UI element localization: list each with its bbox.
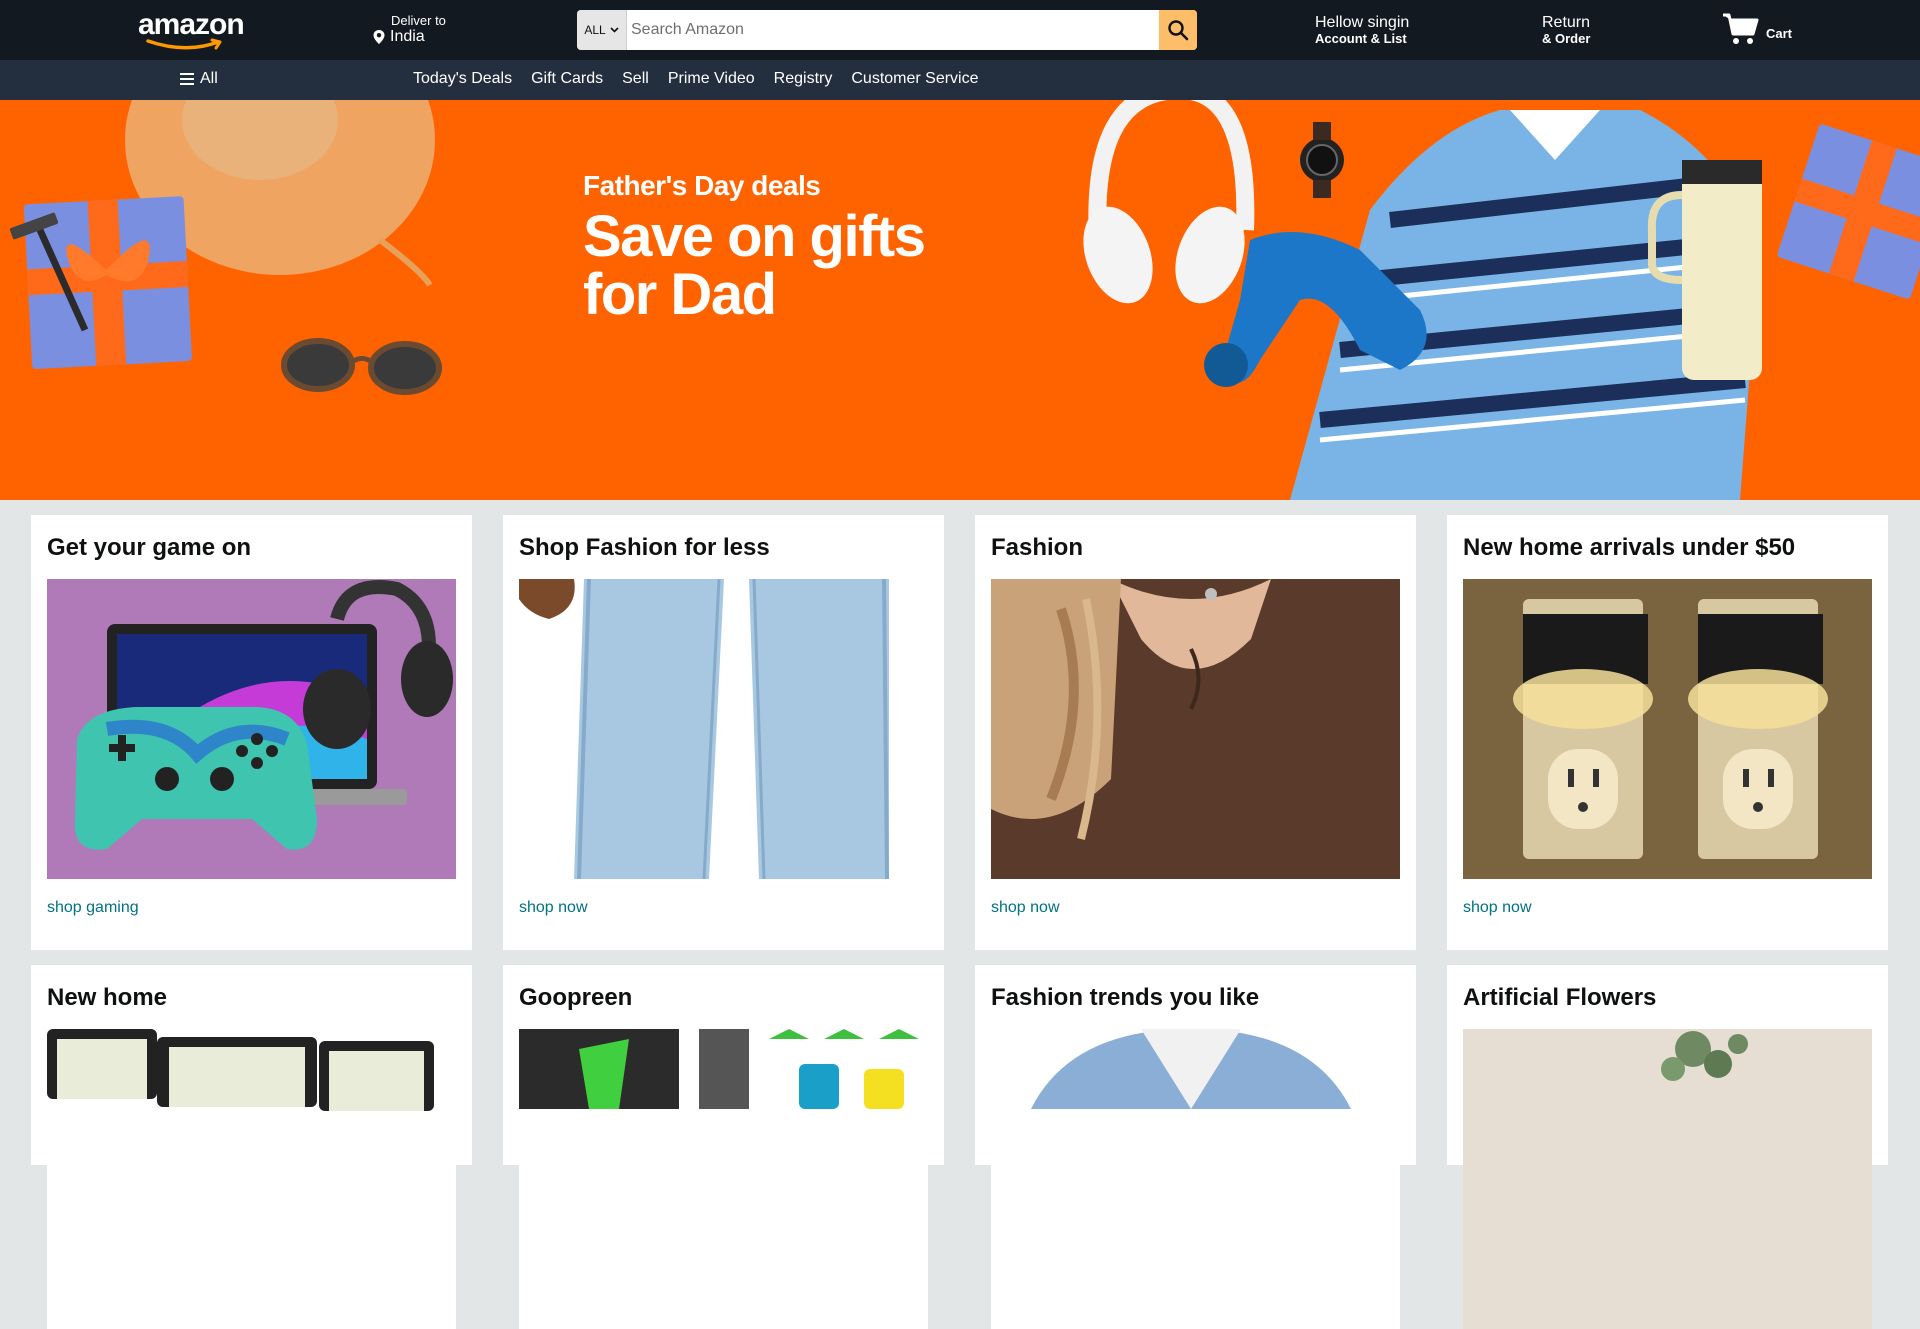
card-link-shop-gaming[interactable]: shop gaming: [47, 899, 456, 917]
hero-banner[interactable]: Father's Day deals Save on gifts for Dad: [0, 100, 1920, 500]
card-link-shop-now[interactable]: shop now: [519, 899, 928, 917]
search-button[interactable]: [1159, 10, 1197, 50]
card-title: Shop Fashion for less: [519, 534, 770, 561]
card-title: Fashion trends you like: [991, 984, 1260, 1011]
card-title: Get your game on: [47, 534, 252, 561]
cart-button[interactable]: Cart: [1722, 12, 1792, 46]
hero-illustration: [9, 100, 1920, 500]
hero-kicker: Father's Day deals: [583, 170, 821, 201]
deliver-to[interactable]: Deliver to India: [372, 13, 446, 46]
card-link-shop-now[interactable]: shop now: [991, 899, 1400, 917]
card-title: Fashion: [991, 534, 1084, 561]
search-category-select[interactable]: ALL: [577, 10, 627, 50]
hero-title-line2: for Dad: [583, 262, 777, 327]
deliver-label: Deliver to: [391, 13, 446, 28]
amazon-logo[interactable]: amazon: [138, 8, 245, 50]
card-title: Goopreen: [519, 984, 633, 1011]
search-input[interactable]: [627, 10, 1159, 50]
card-fashion: Fashion shop now: [975, 515, 1416, 950]
subnav-link-prime-video[interactable]: Prime Video: [668, 70, 755, 88]
hero-title-line1: Save on gifts: [583, 204, 926, 269]
location-pin-icon: [373, 30, 385, 45]
all-menu-label: All: [200, 70, 218, 87]
search-category-value: ALL: [584, 23, 606, 37]
night-lights-image: [1463, 579, 1872, 879]
card-image-jeans[interactable]: [519, 579, 928, 879]
card-image-goopreen[interactable]: [519, 1029, 928, 1329]
subnav-link-registry[interactable]: Registry: [774, 70, 833, 88]
subnav-link-customer-service[interactable]: Customer Service: [851, 70, 978, 88]
denim-jacket-image: [991, 1029, 1400, 1329]
cart-label: Cart: [1766, 25, 1793, 41]
card-fashion-for-less: Shop Fashion for less shop now: [503, 515, 944, 950]
subnav-link-sell[interactable]: Sell: [622, 70, 649, 88]
orders-label: & Order: [1542, 31, 1591, 47]
card-artificial-flowers: Artificial Flowers: [1447, 965, 1888, 1329]
card-home-arrivals: New home arrivals under $50 shop now: [1447, 515, 1888, 950]
returns-orders[interactable]: Return & Order: [1542, 14, 1590, 47]
card-image-fashion[interactable]: [991, 579, 1400, 879]
subnav-links: Today's Deals Gift Cards Sell Prime Vide…: [413, 70, 979, 88]
top-nav: amazon Deliver to India ALL H: [0, 0, 1920, 60]
card-image-gaming[interactable]: [47, 579, 456, 879]
deliver-location: India: [390, 28, 425, 46]
card-image-new-home[interactable]: [47, 1029, 456, 1329]
all-menu-button[interactable]: All: [180, 70, 218, 88]
search-bar: ALL: [577, 10, 1197, 50]
card-new-home: New home: [31, 965, 472, 1329]
card-image-artificial-flowers[interactable]: [1463, 1029, 1872, 1329]
logo-smile-icon: [146, 38, 222, 50]
jeans-image: [519, 579, 928, 879]
search-icon: [1168, 20, 1189, 41]
account-greeting: Hellow singin: [1315, 14, 1410, 31]
returns-label: Return: [1542, 14, 1591, 31]
card-title: New home: [47, 984, 168, 1011]
hero-text: Father's Day deals Save on gifts for Dad: [583, 170, 926, 327]
card-image-fashion-trends[interactable]: [991, 1029, 1400, 1329]
account-menu[interactable]: Hellow singin Account & List: [1315, 14, 1409, 47]
subnav-link-gift-cards[interactable]: Gift Cards: [531, 70, 603, 88]
flowers-image: [1463, 1029, 1872, 1329]
gaming-image: [47, 579, 456, 879]
sub-nav: All Today's Deals Gift Cards Sell Prime …: [0, 60, 1920, 100]
card-goopreen: Goopreen: [503, 965, 944, 1329]
fashion-image: [991, 579, 1400, 879]
card-title: Artificial Flowers: [1463, 984, 1657, 1011]
card-image-night-lights[interactable]: [1463, 579, 1872, 879]
subnav-link-todays-deals[interactable]: Today's Deals: [413, 70, 512, 88]
hamburger-icon: [180, 73, 194, 85]
card-fashion-trends: Fashion trends you like: [975, 965, 1416, 1329]
chevron-down-icon: [610, 27, 619, 33]
goopreen-image: [519, 1029, 928, 1329]
cart-icon: [1723, 13, 1759, 44]
card-title: New home arrivals under $50: [1463, 534, 1796, 561]
flood-lights-image: [47, 1029, 456, 1329]
account-label: Account & List: [1315, 31, 1407, 47]
logo-wordmark: amazon: [138, 8, 245, 41]
card-gaming: Get your game on shop gaming: [31, 515, 472, 950]
card-link-shop-now[interactable]: shop now: [1463, 899, 1872, 917]
